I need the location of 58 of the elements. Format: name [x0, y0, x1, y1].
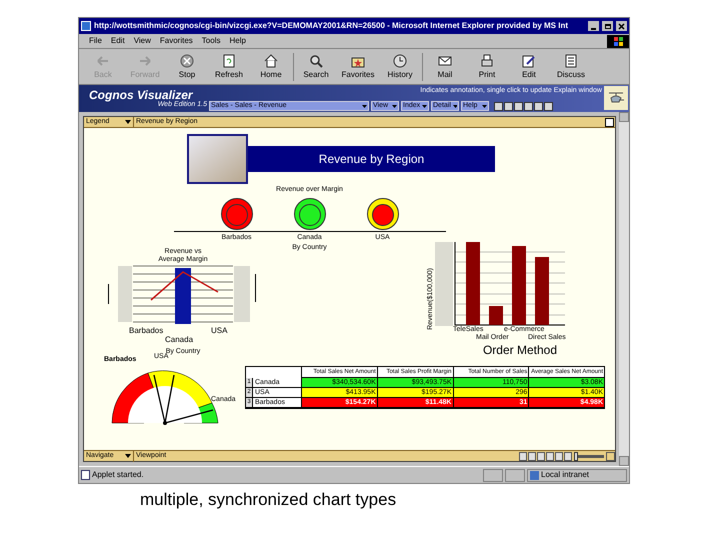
toolbar-button[interactable]: Mail: [425, 50, 465, 83]
edit-page-icon: [522, 54, 536, 68]
caret-icon: [362, 104, 367, 108]
menu-item[interactable]: Edit: [110, 35, 125, 47]
printer-icon: [480, 54, 494, 68]
toolbar-button[interactable]: Search: [296, 50, 336, 83]
category-label: Barbados: [129, 326, 164, 334]
minimize-button[interactable]: [588, 21, 599, 31]
helicopter-icon[interactable]: [604, 86, 628, 110]
toolbar-button[interactable]: Edit: [509, 50, 549, 83]
maximize-button[interactable]: [602, 21, 613, 31]
toolbar-button[interactable]: Print: [467, 50, 507, 83]
menu-item[interactable]: Tools: [202, 35, 220, 47]
category-label: USA: [211, 326, 228, 334]
caret-icon: [452, 104, 457, 108]
toolbar-button[interactable]: History: [380, 50, 420, 83]
envelope-icon: [438, 54, 452, 68]
app-title: Cognos Visualizer: [89, 88, 193, 100]
toolbar-button[interactable]: Home: [251, 50, 291, 83]
disc-photo-placeholder: [187, 134, 248, 184]
caret-icon: [392, 104, 397, 108]
zone-text: Local intranet: [541, 469, 590, 481]
arrow-right-icon: [138, 54, 152, 68]
playback-slider[interactable]: [574, 452, 604, 460]
caret-icon: [125, 454, 131, 458]
slide-caption: multiple, synchronized chart types: [140, 489, 398, 511]
status-pane: [483, 468, 503, 482]
toolbar-button[interactable]: Discuss: [551, 50, 591, 83]
window-title: http://wottsmithmic/cognos/cgi-bin/vizcgi.exe?V=DEMOMAY2001&RN=26500 - Microsoft Internet Explorer provided by MS Int: [94, 20, 570, 32]
clock-icon: [393, 54, 407, 68]
search-icon: [309, 54, 323, 68]
menu-item[interactable]: Help: [229, 35, 246, 47]
banner-title: Revenue by Region: [248, 146, 495, 172]
close-button[interactable]: [616, 21, 627, 31]
caret-icon: [422, 104, 427, 108]
slider-thumb[interactable]: [574, 452, 578, 460]
document-icon: [564, 54, 578, 68]
toolbar-button[interactable]: Favorites: [338, 50, 378, 83]
category-label: Canada: [165, 334, 194, 344]
toolbar-button[interactable]: Refresh: [209, 50, 249, 83]
status-pane: [505, 468, 525, 482]
status-text: Applet started.: [92, 469, 145, 481]
arrow-left-icon: [96, 54, 110, 68]
maximize-icon[interactable]: [605, 118, 614, 126]
browser-icon: [81, 21, 91, 31]
menu-item[interactable]: File: [89, 35, 102, 47]
caret-icon: [125, 120, 131, 124]
caret-icon: [482, 104, 487, 108]
menu-item[interactable]: Favorites: [160, 35, 193, 47]
refresh-icon: [222, 54, 236, 68]
windows-logo-icon: [607, 34, 629, 48]
menu-item[interactable]: View: [134, 35, 151, 47]
chart-title: Order Method: [482, 344, 558, 356]
toolbar-button[interactable]: Stop: [167, 50, 207, 83]
page-icon: [81, 470, 90, 480]
house-icon: [264, 54, 278, 68]
scrollbar[interactable]: [619, 112, 629, 466]
intranet-icon: [530, 470, 539, 480]
